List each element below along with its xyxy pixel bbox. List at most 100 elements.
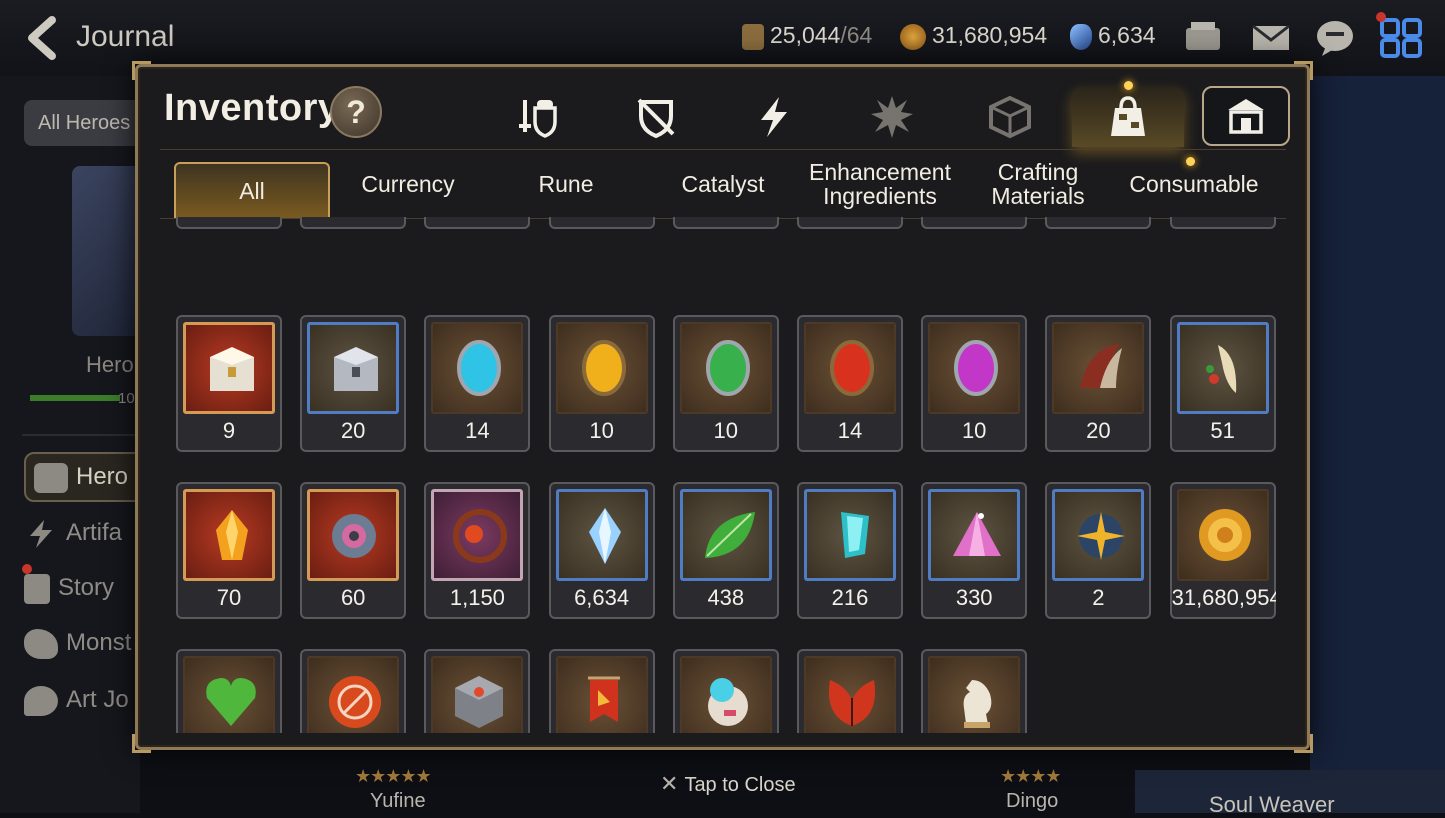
chat-button[interactable]	[1314, 18, 1356, 58]
subtab-enhancement-ingredients[interactable]: Enhancement Ingredients	[802, 150, 958, 218]
inventory-item[interactable]: 3	[672, 649, 779, 733]
gold-coin-icon	[1198, 509, 1251, 561]
inventory-item-partial[interactable]	[921, 217, 1028, 229]
inventory-item[interactable]: 5	[548, 649, 655, 733]
tab-skill[interactable]	[718, 87, 830, 147]
gold-coin-icon	[900, 23, 926, 50]
inventory-item[interactable]: 330	[921, 482, 1028, 619]
inventory-item[interactable]: 20	[1045, 315, 1152, 452]
subtab-all[interactable]: All	[174, 162, 330, 218]
inventory-item-partial[interactable]	[797, 217, 903, 229]
red-leaf-icon	[828, 680, 876, 726]
item-count: 10	[961, 418, 987, 443]
cyan-crystal-icon	[841, 512, 869, 558]
inventory-item[interactable]: 60	[300, 482, 407, 619]
tab-box[interactable]	[954, 87, 1066, 147]
inventory-item[interactable]: 10	[548, 315, 655, 452]
horse-icon	[963, 680, 992, 728]
inventory-item[interactable]: 2	[1045, 482, 1152, 619]
item-frame	[307, 322, 400, 414]
item-count: 14	[465, 418, 490, 443]
item-frame	[679, 656, 772, 733]
shop-button[interactable]	[1202, 86, 1290, 146]
progress-label: 10	[118, 390, 135, 407]
gold-display[interactable]: 31,680,954	[900, 22, 1047, 50]
horse-icon	[742, 23, 764, 50]
hero-name: Dingo	[1006, 790, 1059, 812]
item-count: 9	[222, 418, 236, 443]
tab-equipment[interactable]	[482, 87, 594, 147]
grid-menu-icon	[1380, 18, 1422, 58]
help-button[interactable]: ?	[330, 86, 382, 138]
tab-items[interactable]	[1072, 87, 1184, 147]
inventory-item[interactable]: 438	[672, 482, 779, 619]
inventory-item[interactable]: 216	[797, 482, 903, 619]
item-frame	[431, 656, 524, 733]
soul-weaver-row[interactable]: Soul Weaver	[1135, 770, 1445, 817]
inventory-item[interactable]: 10	[921, 315, 1028, 452]
subtab-rune[interactable]: Rune	[488, 150, 644, 218]
tab-artifact[interactable]	[600, 87, 712, 147]
shop-cart-button[interactable]	[1182, 18, 1224, 58]
art-journal-icon	[24, 685, 58, 716]
back-button[interactable]	[22, 14, 62, 62]
inventory-item[interactable]: 25,044	[921, 649, 1028, 733]
skystone-icon	[588, 508, 621, 564]
tap-to-close-label: Tap to Close	[684, 774, 796, 796]
item-frame	[183, 322, 275, 414]
amber-crystal-icon	[216, 510, 248, 560]
inventory-item-partial[interactable]	[300, 217, 407, 229]
inventory-item[interactable]: 51	[1169, 315, 1276, 452]
inventory-item[interactable]: 20	[300, 315, 407, 452]
inventory-item[interactable]: 6,634	[548, 482, 655, 619]
inventory-item-partial[interactable]	[1169, 217, 1276, 229]
inventory-item-partial[interactable]	[424, 217, 531, 229]
inventory-item[interactable]: 31,680,954	[1169, 482, 1276, 619]
mail-button[interactable]	[1250, 18, 1292, 58]
item-count: 1,150	[449, 585, 505, 610]
hero-journal-icon	[34, 462, 68, 493]
item-frame	[804, 656, 896, 733]
splash-icon	[871, 96, 913, 138]
item-count: 438	[707, 585, 745, 610]
item-frame	[1176, 489, 1269, 581]
inventory-item[interactable]: 6,480	[176, 649, 282, 733]
right-panel	[1310, 76, 1445, 770]
inventory-item[interactable]: 9	[176, 315, 282, 452]
cube-icon	[989, 95, 1031, 139]
inventory-item-partial[interactable]	[1045, 217, 1152, 229]
subtab-catalyst[interactable]: Catalyst	[645, 150, 801, 218]
subtab-crafting-materials[interactable]: Crafting Materials	[960, 150, 1116, 218]
tab-material[interactable]	[836, 87, 948, 147]
tap-to-close[interactable]: ✕ Tap to Close	[660, 771, 796, 797]
notification-dot	[22, 564, 32, 574]
stamina-display[interactable]: 25,044/64	[742, 22, 872, 50]
subtab-bar: All Currency Rune Catalyst Enhancement I…	[160, 149, 1286, 219]
item-count: 216	[831, 585, 869, 610]
skystone-display[interactable]: 6,634	[1070, 22, 1156, 50]
subtab-currency[interactable]: Currency	[330, 150, 486, 218]
item-count: 330	[955, 585, 993, 610]
menu-button[interactable]	[1380, 18, 1422, 58]
inventory-item[interactable]: 3	[300, 649, 407, 733]
item-frame	[307, 489, 400, 581]
inventory-item[interactable]: 311	[797, 649, 903, 733]
close-icon: ✕	[660, 771, 679, 796]
inventory-item-partial[interactable]	[672, 217, 779, 229]
inventory-item[interactable]: 14	[424, 315, 531, 452]
inventory-item-partial[interactable]	[548, 217, 655, 229]
hero-label: Hero	[86, 352, 134, 377]
new-indicator	[1186, 157, 1195, 166]
frame-corner	[132, 61, 151, 80]
inventory-item[interactable]: 14	[797, 315, 903, 452]
root-icon	[1205, 345, 1236, 393]
inventory-item[interactable]: 1,150	[424, 482, 531, 619]
item-count: 14	[837, 418, 863, 443]
progress-bar	[30, 395, 120, 401]
inventory-item-partial[interactable]	[176, 217, 282, 229]
inventory-item[interactable]: 10	[424, 649, 531, 733]
hero-stars: ★★★★★	[355, 766, 432, 786]
item-frame	[307, 656, 400, 733]
inventory-item[interactable]: 10	[672, 315, 779, 452]
inventory-item[interactable]: 70	[176, 482, 282, 619]
